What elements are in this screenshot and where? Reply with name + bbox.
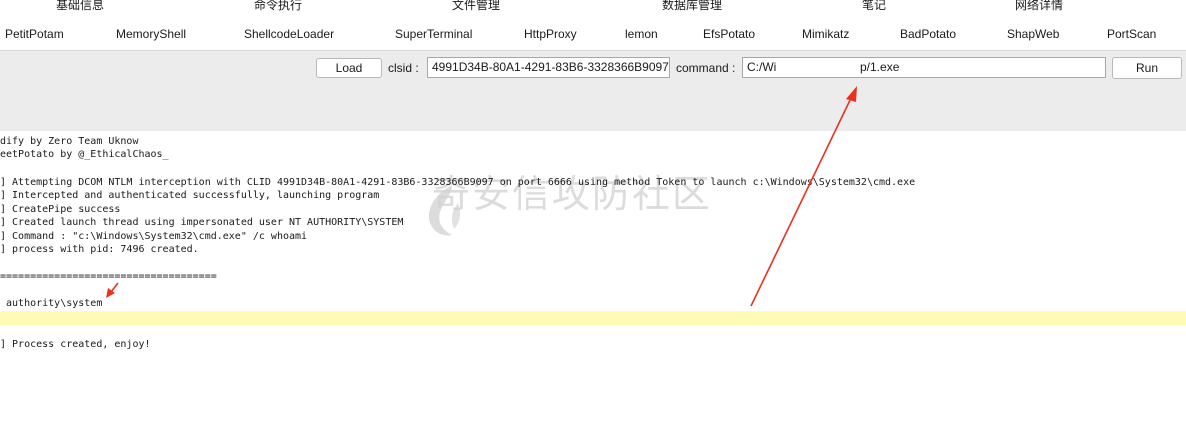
arrow-to-result-icon	[110, 282, 119, 293]
arrowhead-command-icon	[846, 86, 857, 102]
annotation-arrows	[106, 86, 857, 307]
arrow-to-command-icon	[750, 95, 853, 307]
